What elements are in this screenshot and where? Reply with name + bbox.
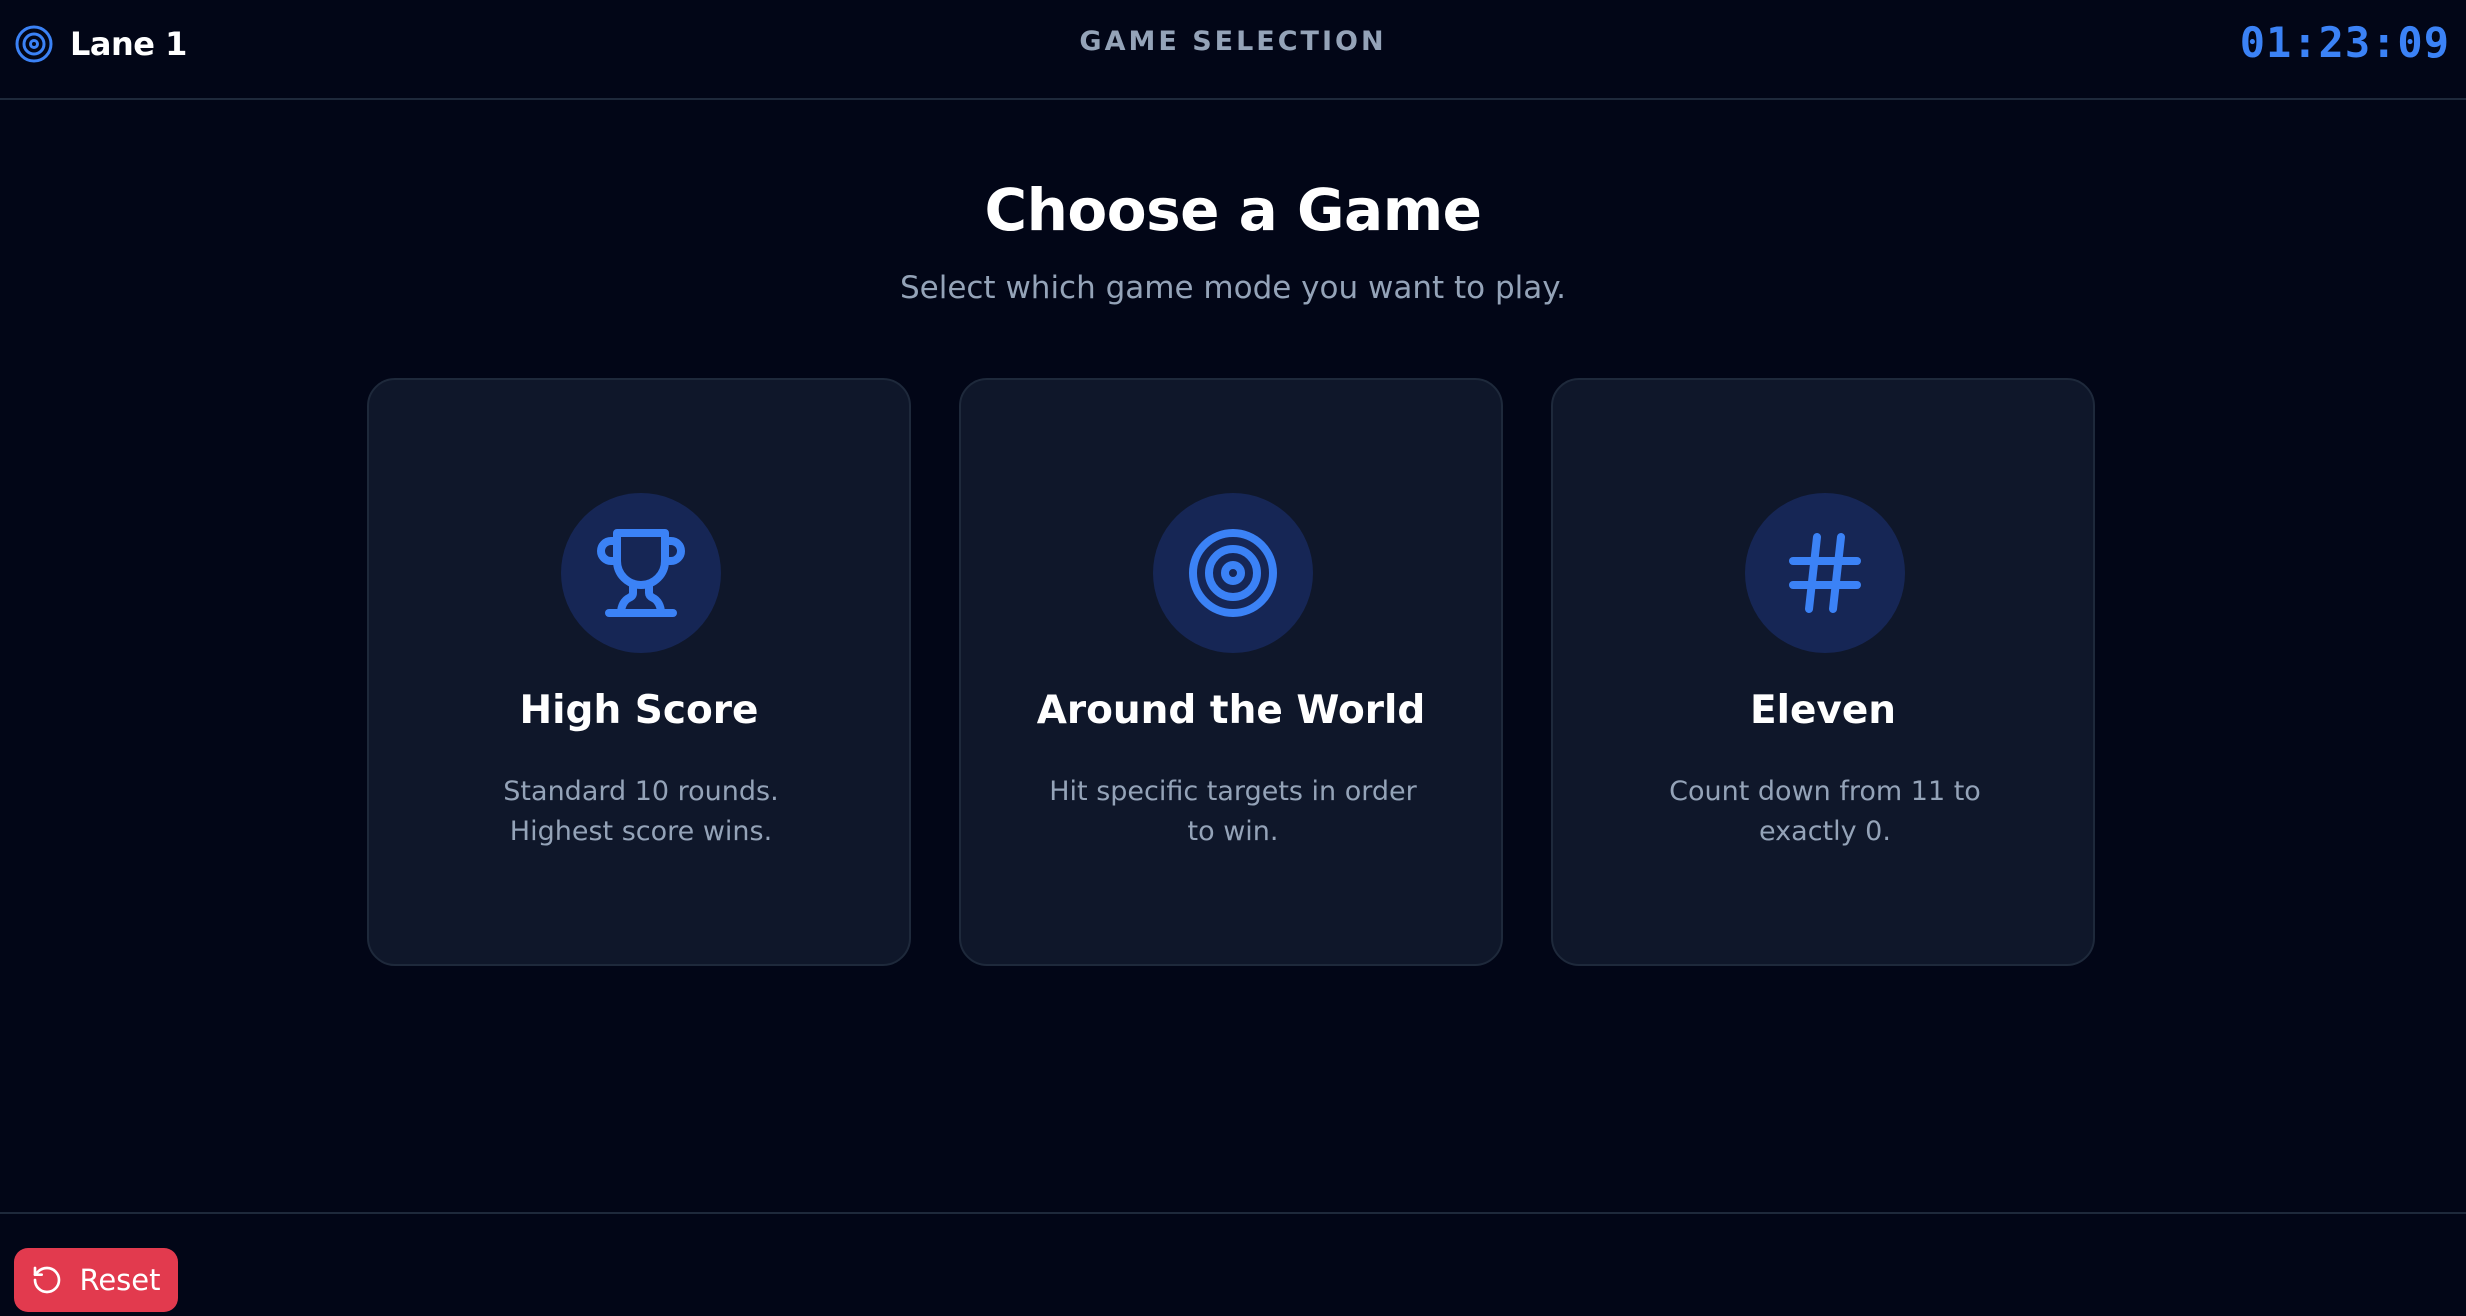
reset-label: Reset	[79, 1263, 161, 1297]
game-mode-list: High Score Standard 10 rounds. Highest s…	[367, 378, 2095, 966]
game-description: Count down from 11 to exactly 0.	[1669, 776, 1981, 847]
hash-icon	[1789, 533, 1861, 613]
game-title: High Score	[519, 688, 759, 733]
top-bar: Lane 1 GAME SELECTION 01:23:09	[0, 0, 2466, 100]
game-card-eleven[interactable]: Eleven Count down from 11 to exactly 0.	[1551, 378, 2095, 966]
game-card-around-the-world[interactable]: Around the World Hit specific targets in…	[959, 378, 1503, 966]
card-icon-badge	[1745, 493, 1905, 653]
game-card-high-score[interactable]: High Score Standard 10 rounds. Highest s…	[367, 378, 911, 966]
game-title: Eleven	[1749, 688, 1897, 733]
screen-title: GAME SELECTION	[1079, 26, 1387, 57]
page-title: Choose a Game	[984, 176, 1482, 244]
clock: 01:23:09	[2239, 18, 2450, 67]
bottom-bar: Reset	[0, 1212, 2466, 1316]
card-icon-badge	[1153, 493, 1313, 653]
game-title: Around the World	[1036, 688, 1426, 733]
game-description: Standard 10 rounds. Highest score wins.	[503, 776, 779, 847]
game-selection-screen: Lane 1 GAME SELECTION 01:23:09 Choose a …	[0, 0, 2466, 1316]
page-subtitle: Select which game mode you want to play.	[899, 270, 1567, 306]
rotate-ccw-icon	[34, 1266, 61, 1294]
game-description: Hit specific targets in order to win.	[1049, 776, 1417, 847]
card-icon-badge	[561, 493, 721, 653]
reset-button[interactable]: Reset	[14, 1248, 178, 1312]
trophy-icon	[597, 529, 685, 617]
target-icon	[1189, 529, 1277, 617]
